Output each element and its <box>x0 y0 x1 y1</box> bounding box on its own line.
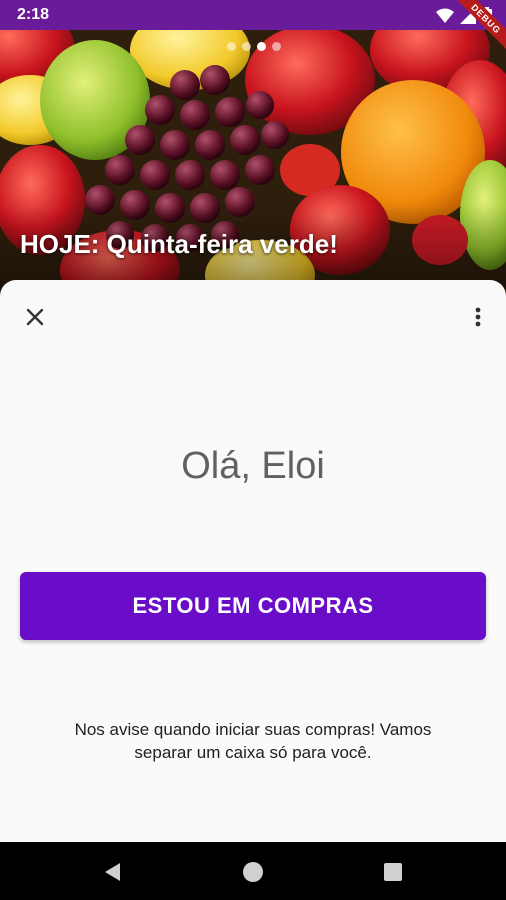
carousel-dot[interactable] <box>242 42 251 51</box>
nav-recents-button[interactable] <box>382 861 404 883</box>
close-icon <box>26 308 44 326</box>
bottom-sheet: Olá, Eloi ESTOU EM COMPRAS Nos avise qua… <box>0 280 506 842</box>
more-vert-icon <box>475 307 481 327</box>
hero-title: HOJE: Quinta-feira verde! <box>20 229 338 259</box>
home-icon <box>243 862 263 882</box>
greeting-text: Olá, Eloi <box>181 445 325 487</box>
close-button[interactable] <box>22 304 48 330</box>
recents-icon <box>384 863 402 881</box>
wifi-icon <box>436 8 454 23</box>
carousel-indicator <box>227 42 281 51</box>
carousel-dot[interactable] <box>227 42 236 51</box>
status-bar: 2:18 <box>0 0 506 30</box>
back-icon <box>105 863 120 881</box>
nav-home-button[interactable] <box>242 861 264 883</box>
start-shopping-button[interactable]: ESTOU EM COMPRAS <box>20 572 486 640</box>
status-time: 2:18 <box>17 6 50 23</box>
carousel-dot-active[interactable] <box>257 42 266 51</box>
carousel-dot[interactable] <box>272 42 281 51</box>
hero-banner[interactable]: HOJE: Quinta-feira verde! <box>0 30 506 300</box>
nav-back-button[interactable] <box>102 861 124 883</box>
hint-text: Nos avise quando iniciar suas compras! V… <box>74 720 432 762</box>
navigation-bar <box>0 842 506 900</box>
more-options-button[interactable] <box>470 304 486 330</box>
